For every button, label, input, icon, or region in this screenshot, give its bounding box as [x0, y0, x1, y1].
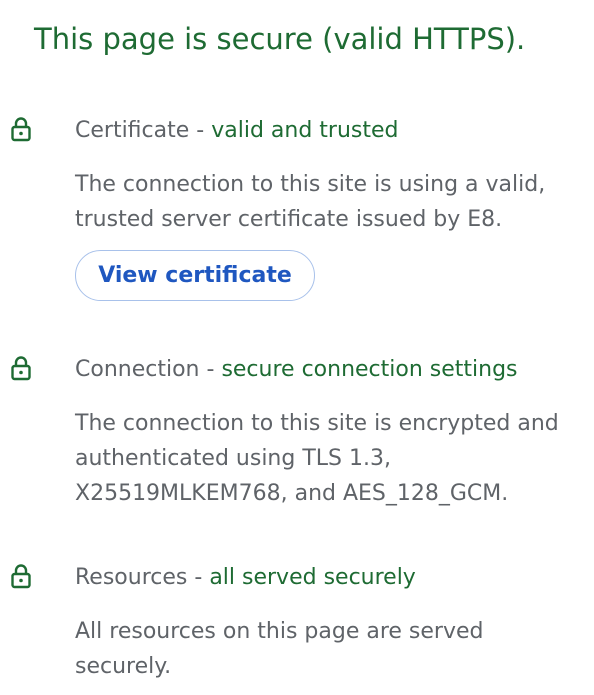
- title-separator: -: [206, 357, 215, 382]
- certificate-status: valid and trusted: [211, 118, 399, 143]
- connection-status: secure connection settings: [221, 357, 518, 382]
- description-line: The connection to this site is encrypted…: [75, 411, 559, 436]
- certificate-description: The connection to this site is using a v…: [75, 167, 590, 237]
- description-line: All resources on this page are served: [75, 619, 484, 644]
- connection-label: Connection: [75, 357, 200, 382]
- connection-title: Connection - secure connection settings: [75, 357, 518, 382]
- resources-title: Resources - all served securely: [75, 565, 416, 590]
- description-line: The connection to this site is using a v…: [75, 172, 546, 197]
- description-line: trusted server certificate issued by E8.: [75, 207, 503, 232]
- description-line: securely.: [75, 654, 172, 679]
- title-separator: -: [194, 565, 203, 590]
- lock-icon: [10, 116, 32, 142]
- resources-label: Resources: [75, 565, 188, 590]
- lock-icon: [10, 563, 32, 589]
- resources-description: All resources on this page are served se…: [75, 614, 590, 684]
- certificate-title: Certificate - valid and trusted: [75, 118, 399, 143]
- resources-status: all served securely: [209, 565, 416, 590]
- description-line: authenticated using TLS 1.3,: [75, 446, 391, 471]
- lock-icon: [10, 355, 32, 381]
- security-panel: This page is secure (valid HTTPS). Certi…: [0, 0, 594, 695]
- page-security-headline: This page is secure (valid HTTPS).: [34, 22, 526, 56]
- certificate-label: Certificate: [75, 118, 190, 143]
- title-separator: -: [196, 118, 205, 143]
- connection-description: The connection to this site is encrypted…: [75, 406, 590, 511]
- view-certificate-button[interactable]: View certificate: [75, 250, 315, 301]
- description-line: X25519MLKEM768, and AES_128_GCM.: [75, 481, 509, 506]
